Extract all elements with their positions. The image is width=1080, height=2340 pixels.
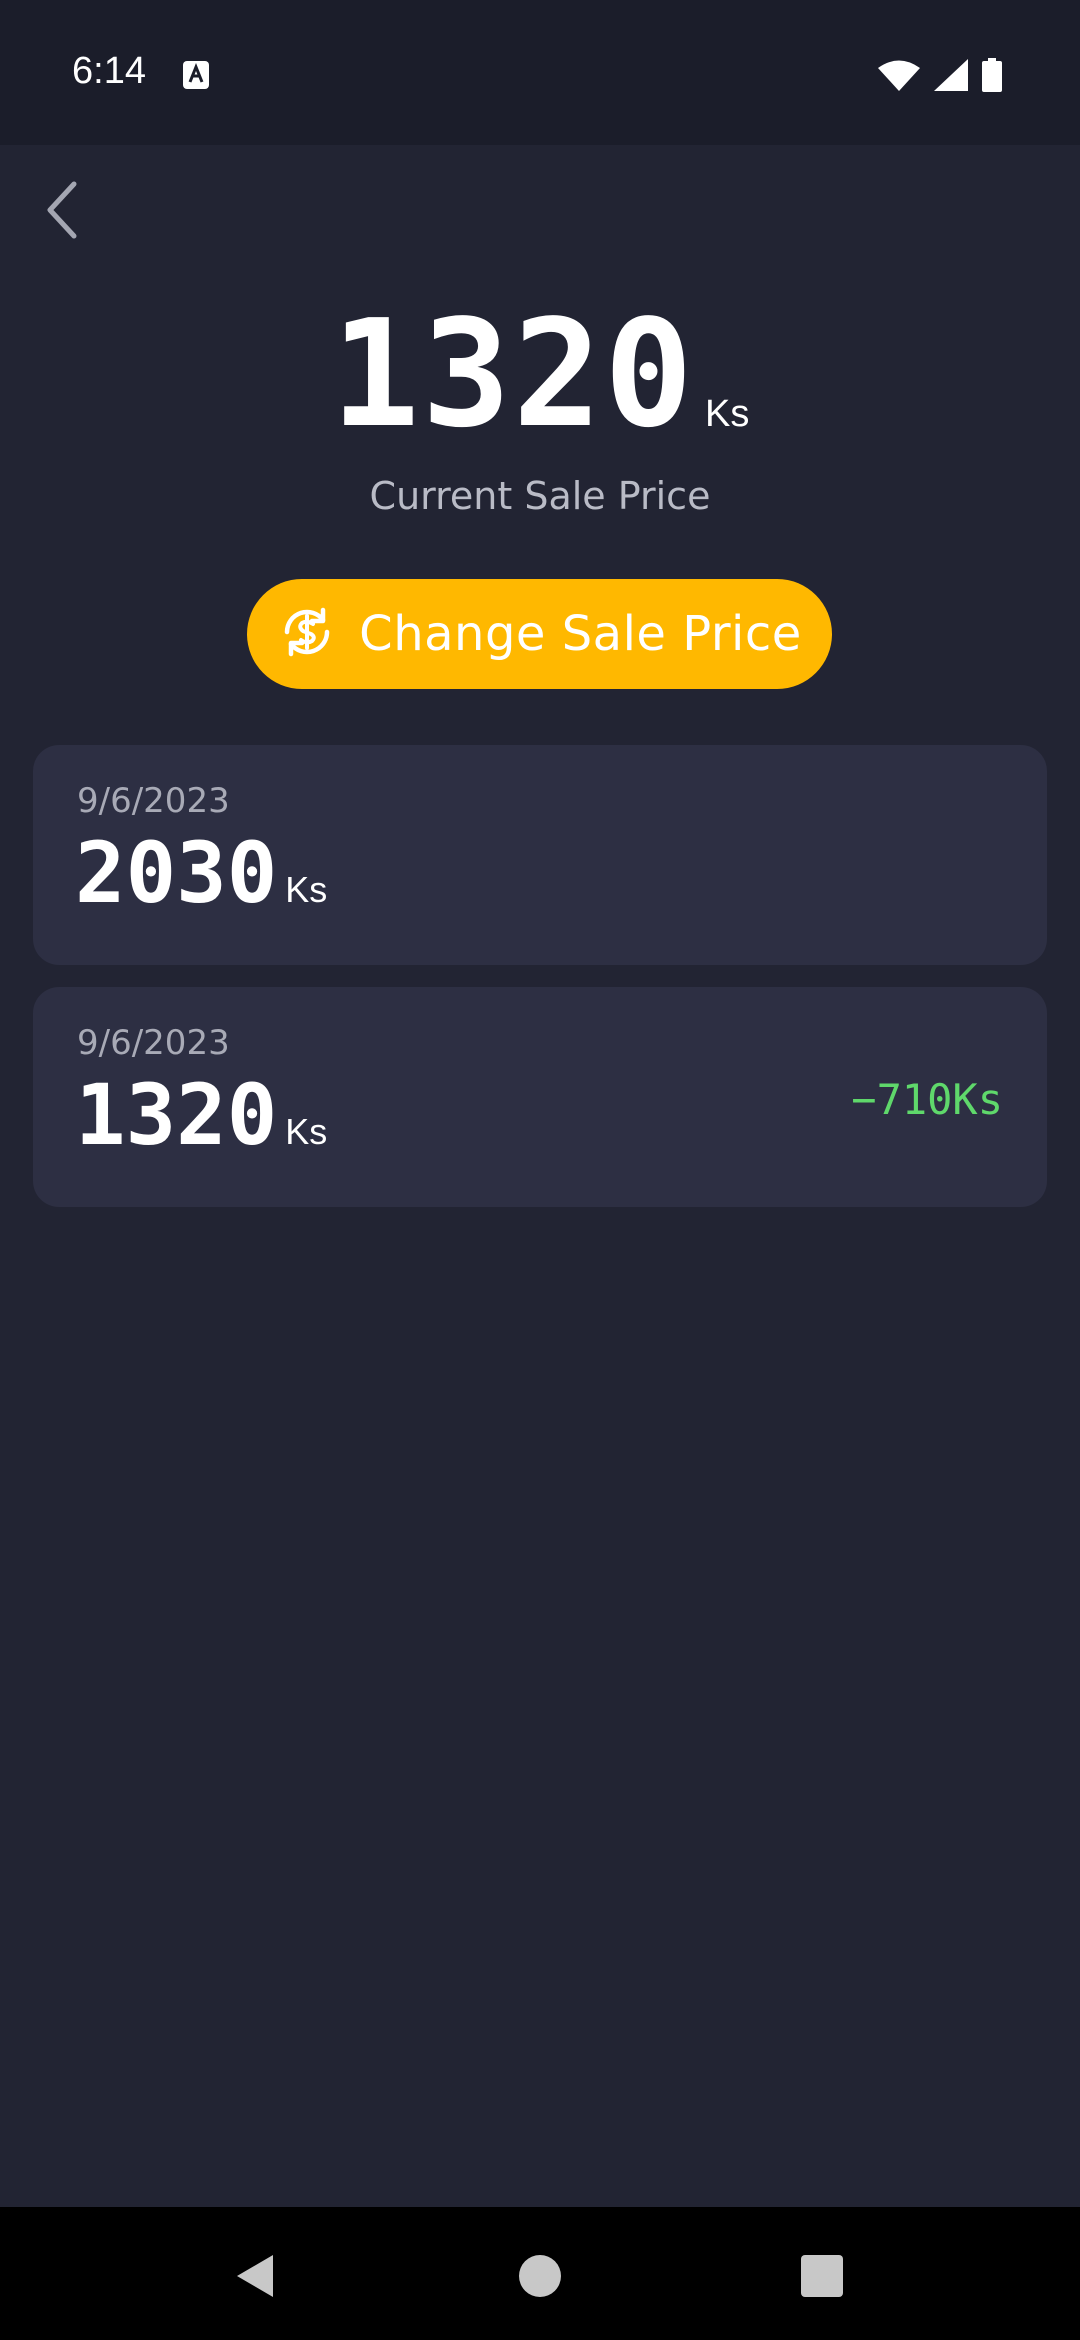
history-price-value: 2030	[75, 824, 278, 922]
history-price: 1320 Ks	[75, 1073, 327, 1157]
history-price: 2030 Ks	[75, 831, 327, 915]
nav-back-icon[interactable]	[233, 2253, 279, 2299]
current-price: 1320 Ks	[331, 300, 750, 448]
dollar-refresh-icon	[277, 602, 337, 667]
nav-recents-icon[interactable]	[799, 2253, 845, 2299]
history-price-unit: Ks	[285, 1111, 328, 1152]
system-navigation-bar	[0, 2207, 1080, 2340]
current-price-caption: Current Sale Price	[369, 474, 711, 518]
status-icons	[878, 58, 1002, 97]
nav-home-icon[interactable]	[517, 2253, 563, 2299]
price-history-item: 9/6/2023 2030 Ks	[33, 745, 1047, 965]
wifi-icon	[878, 59, 920, 96]
back-button[interactable]	[26, 176, 98, 248]
history-price-unit: Ks	[285, 869, 328, 910]
a-notification-icon	[182, 60, 210, 90]
history-date: 9/6/2023	[77, 781, 230, 821]
current-price-section: 1320 Ks Current Sale Price	[0, 300, 1080, 518]
change-sale-price-button[interactable]: Change Sale Price	[247, 579, 832, 689]
current-price-unit: Ks	[705, 393, 750, 435]
history-price-value: 1320	[75, 1066, 278, 1164]
price-history-item: 9/6/2023 1320 Ks −710Ks	[33, 987, 1047, 1207]
history-date: 9/6/2023	[77, 1023, 230, 1063]
status-time: 6:14	[72, 50, 146, 92]
status-bar: 6:14	[0, 0, 1080, 145]
battery-icon	[982, 58, 1002, 97]
history-price-difference: −710Ks	[851, 1075, 1003, 1124]
cellular-signal-icon	[934, 59, 968, 96]
current-price-value: 1320	[330, 288, 696, 460]
change-sale-price-label: Change Sale Price	[359, 606, 802, 662]
chevron-left-icon	[42, 180, 82, 245]
